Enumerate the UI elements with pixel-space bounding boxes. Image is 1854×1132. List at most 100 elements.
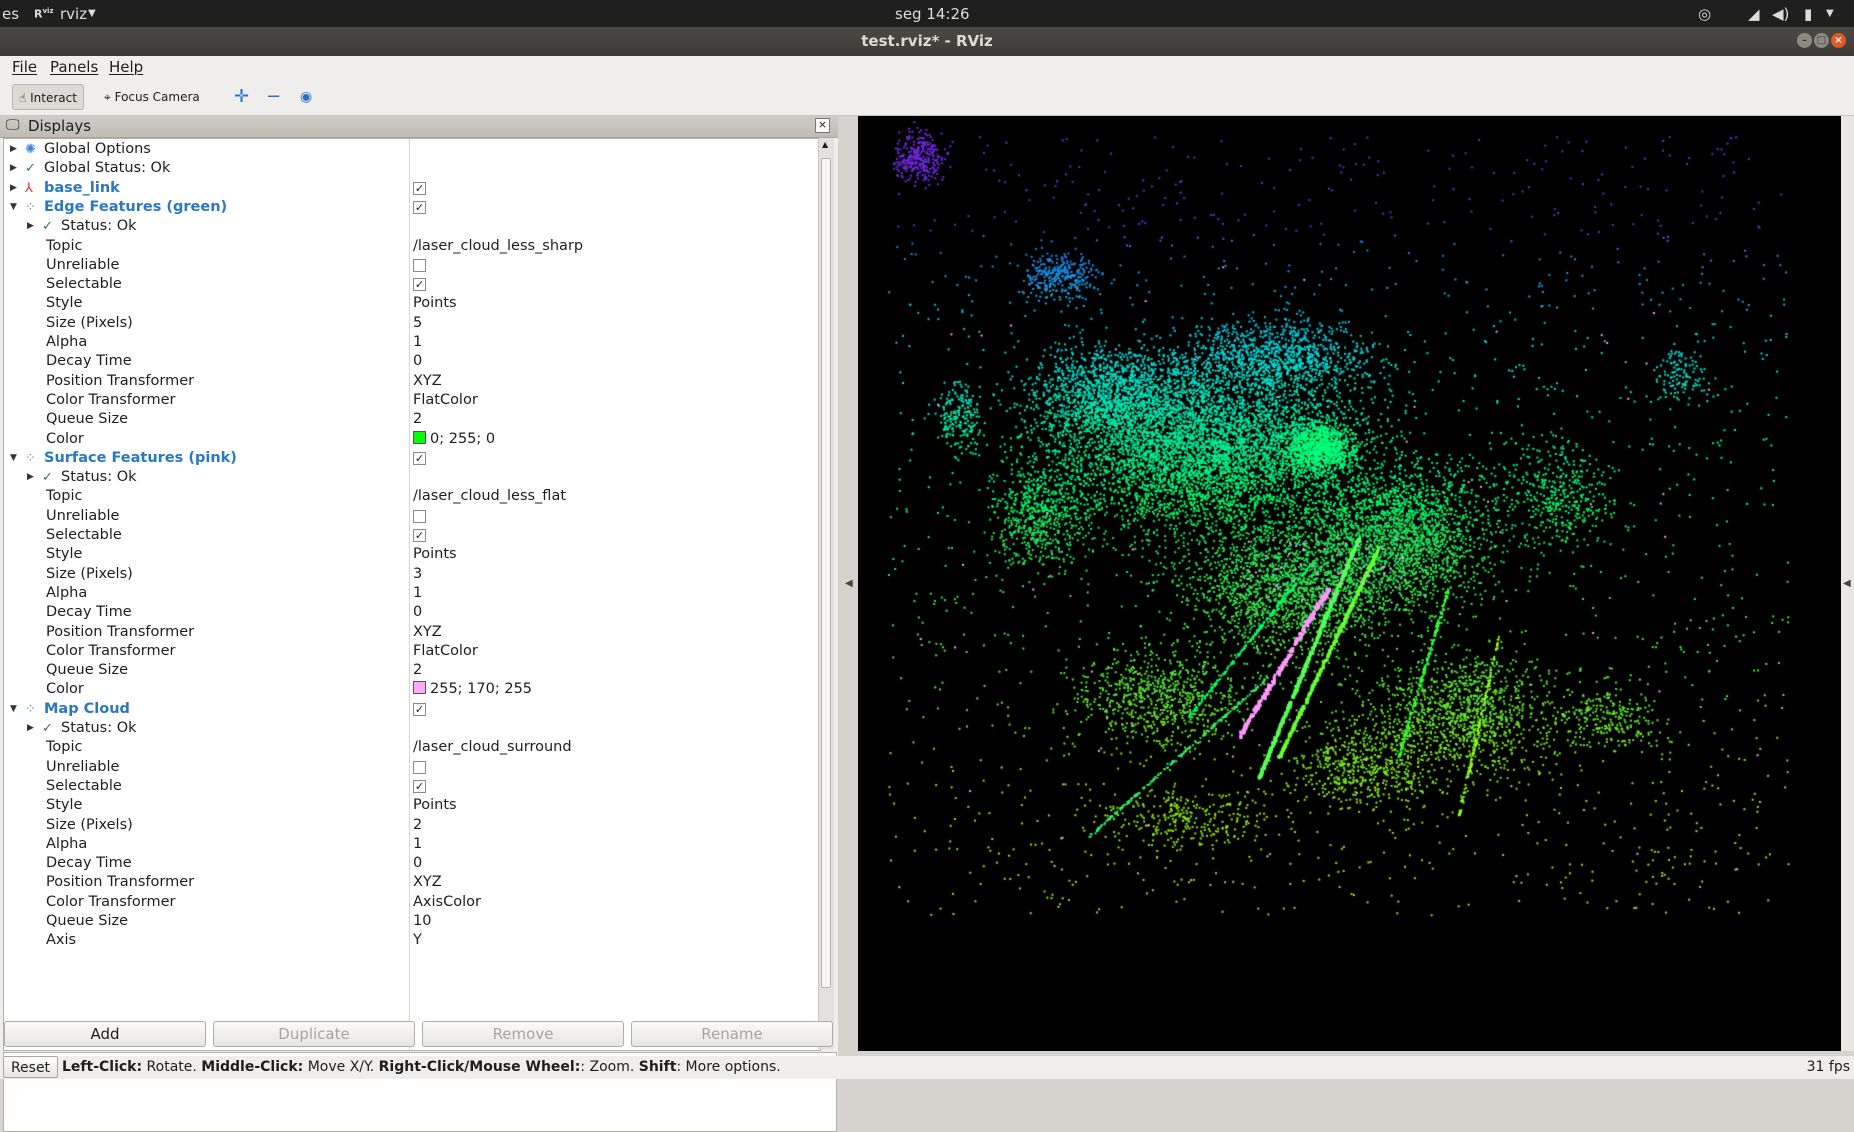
tree-row[interactable]: Selectable ✓ — [4, 275, 820, 294]
expand-right-icon[interactable]: ▶ — [27, 719, 34, 738]
app-menu-chevron-icon[interactable]: ▼ — [88, 8, 96, 19]
property-value[interactable]: /laser_cloud_less_flat — [413, 487, 566, 506]
expand-right-icon[interactable]: ▶ — [10, 140, 17, 159]
tree-row[interactable]: Decay Time 0 — [4, 603, 820, 622]
tree-row[interactable]: Color 0; 255; 0 — [4, 430, 820, 449]
rename-button[interactable]: Rename — [631, 1021, 833, 1047]
property-value[interactable]: 1 — [413, 333, 422, 352]
tree-row[interactable]: ▼ ⁘ Map Cloud ✓ — [4, 700, 820, 719]
tree-row[interactable]: Alpha 1 — [4, 835, 820, 854]
tree-row[interactable]: Color Transformer FlatColor — [4, 391, 820, 410]
property-value[interactable]: XYZ — [413, 623, 442, 642]
panel-close-icon[interactable]: × — [815, 118, 830, 133]
tree-row[interactable]: Axis Y — [4, 931, 820, 950]
expand-down-icon[interactable]: ▼ — [10, 449, 17, 468]
expand-right-icon[interactable]: ▶ — [27, 468, 34, 487]
expand-right-icon[interactable]: ▶ — [27, 217, 34, 236]
tree-row[interactable]: ▶ ✓ Status: Ok — [4, 719, 820, 738]
tree-row[interactable]: Queue Size 2 — [4, 410, 820, 429]
menu-help[interactable]: Help — [109, 58, 143, 76]
scrollbar-thumb[interactable] — [821, 158, 831, 988]
property-value[interactable]: FlatColor — [413, 642, 478, 661]
tree-row[interactable]: Position Transformer XYZ — [4, 623, 820, 642]
close-icon[interactable]: × — [1831, 33, 1846, 48]
tree-row[interactable]: Alpha 1 — [4, 584, 820, 603]
tree-row[interactable]: ▶ ✓ Global Status: Ok — [4, 159, 820, 178]
tree-row[interactable]: Size (Pixels) 2 — [4, 816, 820, 835]
tree-row[interactable]: ▼ ⁘ Surface Features (pink) ✓ — [4, 449, 820, 468]
minimize-icon[interactable]: – — [1797, 33, 1812, 48]
property-value[interactable]: 0 — [413, 603, 422, 622]
tree-scrollbar[interactable]: ▲ ▼ — [818, 138, 834, 1049]
tree-row[interactable]: ▶ ⅄ base_link ✓ — [4, 179, 820, 198]
checkbox-checked[interactable]: ✓ — [413, 278, 426, 292]
property-value[interactable]: Points — [413, 796, 457, 815]
tree-row[interactable]: Decay Time 0 — [4, 352, 820, 371]
tree-row[interactable]: Color 255; 170; 255 — [4, 680, 820, 699]
wifi-icon[interactable]: ◢ — [1748, 5, 1760, 23]
maximize-icon[interactable]: □ — [1814, 33, 1829, 48]
property-value[interactable]: 3 — [413, 565, 422, 584]
checkbox-unchecked[interactable] — [413, 760, 426, 774]
property-value[interactable]: AxisColor — [413, 893, 481, 912]
focus-camera-tool-button[interactable]: ⌖ Focus Camera — [98, 84, 206, 110]
checkbox-unchecked[interactable] — [413, 258, 426, 272]
property-value[interactable]: /laser_cloud_less_sharp — [413, 237, 583, 256]
property-value[interactable]: 1 — [413, 835, 422, 854]
checkbox-checked[interactable]: ✓ — [413, 779, 426, 793]
remove-button[interactable]: Remove — [422, 1021, 624, 1047]
collapse-left-icon[interactable]: ◀ — [845, 578, 853, 589]
tree-row[interactable]: Position Transformer XYZ — [4, 372, 820, 391]
tree-row[interactable]: Topic/laser_cloud_less_sharp — [4, 237, 820, 256]
system-menu-chevron-icon[interactable]: ▼ — [1826, 8, 1834, 19]
property-value[interactable]: 1 — [413, 584, 422, 603]
property-value[interactable]: 10 — [413, 912, 431, 931]
tree-row[interactable]: Style Points — [4, 796, 820, 815]
tree-row[interactable]: Unreliable — [4, 758, 820, 777]
remove-tool-minus-icon[interactable]: − — [260, 84, 287, 110]
checkbox-checked[interactable]: ✓ — [413, 200, 426, 214]
tree-row[interactable]: Decay Time 0 — [4, 854, 820, 873]
app-menu[interactable]: rviz — [60, 5, 87, 23]
checkbox-checked[interactable]: ✓ — [413, 702, 426, 716]
checkbox-checked[interactable]: ✓ — [413, 529, 426, 542]
expand-down-icon[interactable]: ▼ — [10, 700, 17, 719]
point-cloud-canvas[interactable] — [858, 116, 1841, 1051]
expand-right-icon[interactable]: ▶ — [10, 159, 17, 178]
property-value[interactable]: 5 — [413, 314, 422, 333]
property-value[interactable]: Y — [413, 931, 422, 950]
checkbox-checked[interactable]: ✓ — [413, 181, 426, 195]
camera-type-eye-icon[interactable]: ◉ — [294, 84, 318, 110]
expand-down-icon[interactable]: ▼ — [10, 198, 17, 217]
tree-row[interactable]: ▼ ⁘ Edge Features (green) ✓ — [4, 198, 820, 217]
property-value[interactable]: 0 — [413, 352, 422, 371]
tree-row[interactable]: Style Points — [4, 545, 820, 564]
property-value[interactable]: 2 — [413, 816, 422, 835]
whatsapp-icon[interactable]: ◎ — [1698, 5, 1711, 23]
tree-row[interactable]: ▶ ✓ Status: Ok — [4, 468, 820, 487]
tree-row[interactable]: Topic/laser_cloud_surround — [4, 738, 820, 757]
tree-row[interactable]: Style Points — [4, 294, 820, 313]
tree-row[interactable]: Size (Pixels) 5 — [4, 314, 820, 333]
clock[interactable]: seg 14:26 — [895, 5, 970, 23]
tree-row[interactable]: Selectable ✓ — [4, 777, 820, 796]
window-titlebar[interactable]: test.rviz* - RViz – □ × — [0, 27, 1854, 56]
property-value[interactable]: /laser_cloud_surround — [413, 738, 572, 757]
interact-tool-button[interactable]: ☝ Interact — [12, 84, 84, 110]
activities-label[interactable]: es — [2, 5, 19, 23]
property-value[interactable]: Points — [413, 545, 457, 564]
expand-right-icon[interactable]: ▶ — [10, 179, 17, 198]
tree-row[interactable]: Selectable ✓ — [4, 526, 820, 545]
property-value[interactable]: FlatColor — [413, 391, 478, 410]
property-value[interactable]: 2 — [413, 661, 422, 680]
volume-icon[interactable]: ◀) — [1772, 5, 1789, 23]
tree-row[interactable]: ▶ ✓ Status: Ok — [4, 217, 820, 236]
add-tool-plus-icon[interactable]: ✛ — [228, 84, 255, 110]
property-value[interactable]: 0 — [413, 854, 422, 873]
checkbox-unchecked[interactable] — [413, 509, 426, 523]
tree-row[interactable]: Alpha 1 — [4, 333, 820, 352]
menu-file[interactable]: File — [12, 58, 37, 76]
tree-row[interactable]: Color Transformer AxisColor — [4, 893, 820, 912]
property-value[interactable]: Points — [413, 294, 457, 313]
battery-icon[interactable]: ▮ — [1804, 5, 1812, 23]
